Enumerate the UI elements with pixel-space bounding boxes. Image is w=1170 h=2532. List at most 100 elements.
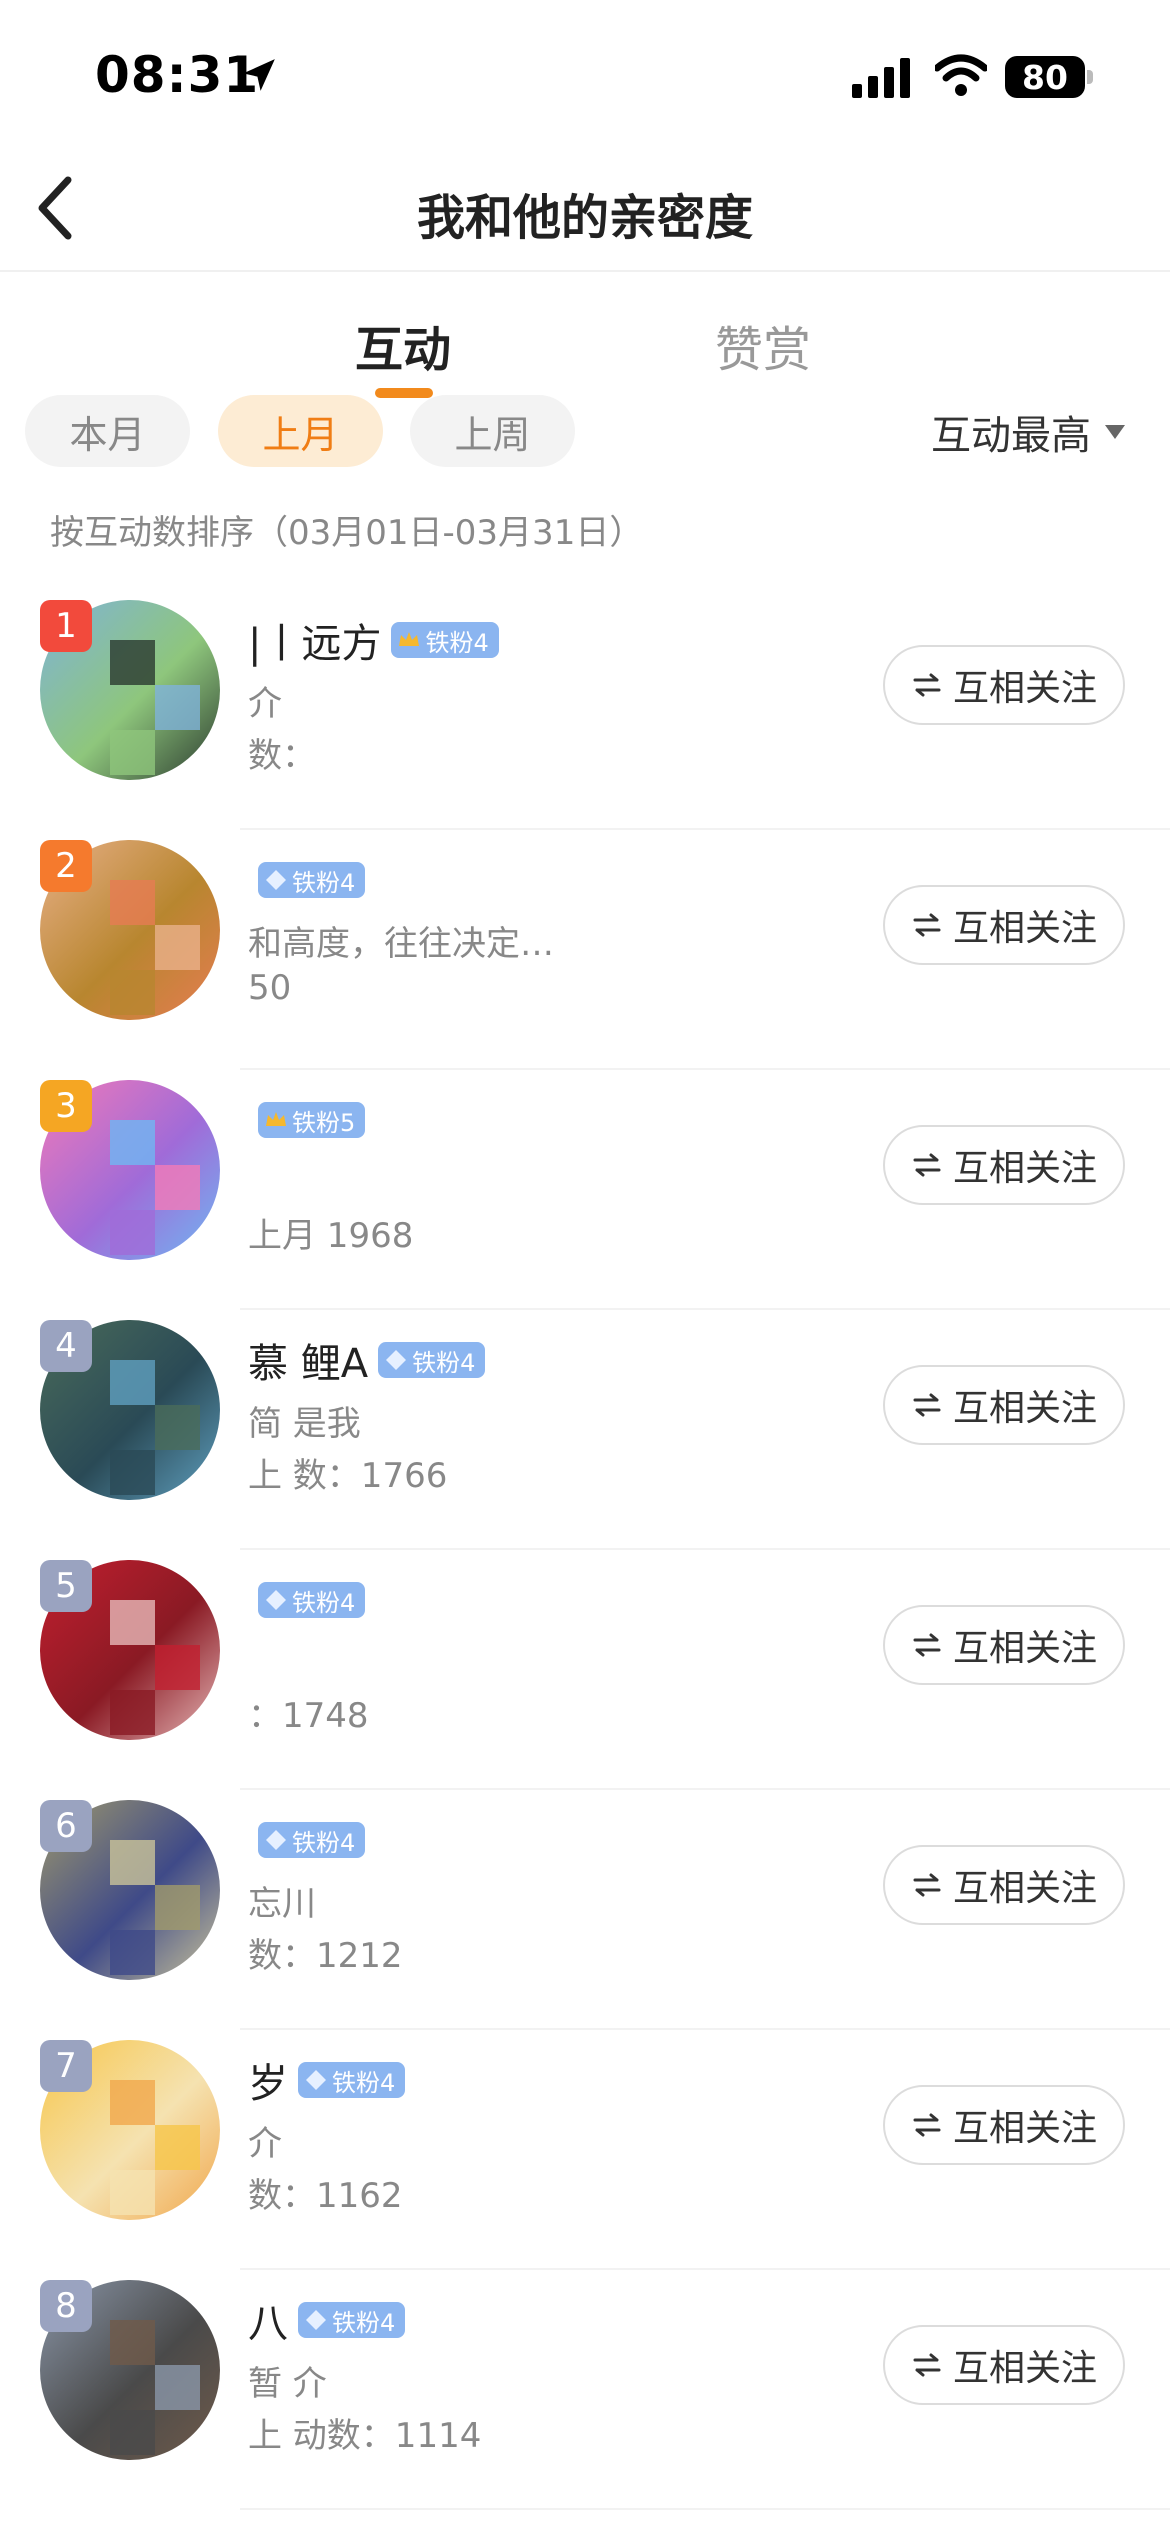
swap-arrows-icon (913, 913, 941, 937)
fan-badge: 铁粉4 (391, 622, 499, 658)
swap-arrows-icon (913, 2113, 941, 2137)
rank-badge: 7 (40, 2040, 92, 2092)
filter-last-month[interactable]: 上月 (218, 395, 383, 467)
name-line: 铁粉5 (248, 1090, 868, 1150)
mutual-follow-label: 互相关注 (952, 1388, 1097, 1429)
user-bio: 介 (248, 2124, 282, 2162)
location-arrow-icon (243, 59, 275, 91)
mutual-follow-button[interactable]: 互相关注 (883, 1605, 1125, 1685)
tab-interaction[interactable]: 互动 (355, 310, 451, 380)
user-name[interactable]: 八 (248, 2291, 288, 2349)
name-line: 铁粉4 (248, 1810, 868, 1870)
mosaic-block (155, 1645, 200, 1690)
mutual-follow-label: 互相关注 (952, 2108, 1097, 2149)
fan-badge: 铁粉4 (298, 2302, 406, 2338)
name-line: 铁粉4 (248, 1570, 868, 1630)
rank-badge: 8 (40, 2280, 92, 2332)
mosaic-block (110, 1600, 155, 1645)
user-name[interactable]: |丨远方 (248, 611, 381, 669)
mosaic-block (155, 1885, 200, 1930)
list-item[interactable]: 3 铁粉5 上月 1968 互相关注 (0, 1070, 1170, 1310)
user-info: 八 铁粉4 暂 介 上 动数：1114 (248, 2290, 868, 2457)
name-line: 铁粉4 (248, 850, 868, 910)
fan-badge-label: 铁粉4 (292, 868, 356, 897)
mosaic-block (110, 1930, 155, 1975)
list-item[interactable]: 1 |丨远方 铁粉4 介 数： 互相关注 (0, 590, 1170, 830)
mosaic-block (110, 640, 155, 685)
user-info: 慕 鲤A 铁粉4 简 是我 上 数：1766 (248, 1330, 868, 1497)
rank-badge: 1 (40, 600, 92, 652)
filter-last-week[interactable]: 上周 (410, 395, 575, 467)
mosaic-block (155, 2125, 200, 2170)
list-item[interactable]: 2 铁粉4 和高度，往往决定… 50 互相关注 (0, 830, 1170, 1070)
list-item[interactable]: 5 铁粉4 ：1748 互相关注 (0, 1550, 1170, 1790)
rank-badge: 6 (40, 1800, 92, 1852)
mutual-follow-button[interactable]: 互相关注 (883, 2085, 1125, 2165)
fan-badge-label: 铁粉4 (332, 2308, 396, 2337)
fan-badge-label: 铁粉4 (292, 1828, 356, 1857)
fan-badge-label: 铁粉4 (332, 2068, 396, 2097)
mutual-follow-label: 互相关注 (952, 1628, 1097, 1669)
mosaic-block (110, 970, 155, 1015)
user-bio: 暂 介 (248, 2364, 327, 2402)
rank-badge: 5 (40, 1560, 92, 1612)
rank-badge: 4 (40, 1320, 92, 1372)
mutual-follow-button[interactable]: 互相关注 (883, 1365, 1125, 1445)
user-info: 铁粉4 忘川 数：1212 (248, 1810, 868, 1977)
mutual-follow-button[interactable]: 互相关注 (883, 1125, 1125, 1205)
user-name[interactable]: 岁 (248, 2051, 288, 2109)
interaction-count: 数：1162 (248, 2176, 403, 2216)
interaction-count: 数： (248, 736, 316, 776)
swap-arrows-icon (913, 1393, 941, 1417)
mutual-follow-button[interactable]: 互相关注 (883, 645, 1125, 725)
fan-badge: 铁粉4 (258, 1582, 366, 1618)
crown-icon (266, 1112, 286, 1126)
sort-label: 互动最高 (931, 413, 1091, 459)
interaction-count: ：1748 (248, 1696, 369, 1736)
fan-badge: 铁粉4 (258, 1822, 366, 1858)
list-item[interactable]: 7 岁 铁粉4 介 数：1162 互相关注 (0, 2030, 1170, 2270)
mosaic-block (110, 1840, 155, 1885)
mosaic-block (155, 685, 200, 730)
user-bio: 简 是我 (248, 1404, 361, 1442)
interaction-count: 50 (248, 968, 292, 1008)
mutual-follow-button[interactable]: 互相关注 (883, 885, 1125, 965)
list-item[interactable]: 8 八 铁粉4 暂 介 上 动数：1114 互相关注 (0, 2270, 1170, 2510)
caret-down-icon (1105, 425, 1125, 439)
list-item[interactable]: 6 铁粉4 忘川 数：1212 互相关注 (0, 1790, 1170, 2030)
name-line: 岁 铁粉4 (248, 2050, 868, 2110)
mosaic-block (155, 925, 200, 970)
rank-badge: 3 (40, 1080, 92, 1132)
diamond-icon (386, 1350, 407, 1370)
fan-badge-label: 铁粉4 (425, 628, 489, 657)
mosaic-block (110, 1210, 155, 1255)
status-time: 08:31 (95, 46, 260, 104)
sort-dropdown[interactable]: 互动最高 (931, 403, 1125, 461)
interaction-count: 上月 1968 (248, 1216, 414, 1256)
mosaic-block (110, 2170, 155, 2215)
mutual-follow-button[interactable]: 互相关注 (883, 1845, 1125, 1925)
tab-reward[interactable]: 赞赏 (715, 310, 811, 380)
status-bar: 08:31 80 (0, 0, 1170, 150)
name-line: 八 铁粉4 (248, 2290, 868, 2350)
name-line: |丨远方 铁粉4 (248, 610, 868, 670)
mosaic-block (110, 2080, 155, 2125)
fan-badge-label: 铁粉4 (292, 1588, 356, 1617)
swap-arrows-icon (913, 1633, 941, 1657)
user-bio: 和高度，往往决定… (248, 924, 554, 962)
mosaic-block (110, 1690, 155, 1735)
list-item[interactable]: 4 慕 鲤A 铁粉4 简 是我 上 数：1766 互相关注 (0, 1310, 1170, 1550)
fan-badge-label: 铁粉5 (292, 1108, 356, 1137)
nav-bar: 我和他的亲密度 (0, 150, 1170, 272)
user-info: 铁粉5 上月 1968 (248, 1090, 868, 1257)
fan-badge: 铁粉5 (258, 1102, 366, 1138)
user-name[interactable]: 慕 鲤A (248, 1331, 368, 1389)
diamond-icon (266, 870, 286, 890)
mutual-follow-button[interactable]: 互相关注 (883, 2325, 1125, 2405)
mosaic-block (110, 1450, 155, 1495)
filter-this-month[interactable]: 本月 (25, 395, 190, 467)
cellular-signal-icon (852, 58, 910, 98)
mutual-follow-label: 互相关注 (952, 668, 1097, 709)
fan-badge: 铁粉4 (298, 2062, 406, 2098)
crown-icon (399, 632, 420, 646)
